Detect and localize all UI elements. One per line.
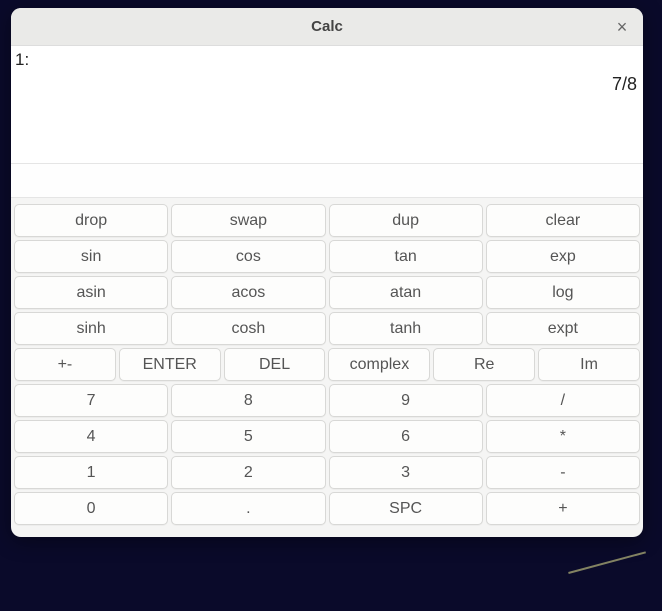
row-0: 0 . SPC + bbox=[14, 492, 640, 525]
digit-3-button[interactable]: 3 bbox=[329, 456, 483, 489]
row-hyp: sinh cosh tanh expt bbox=[14, 312, 640, 345]
swap-button[interactable]: swap bbox=[171, 204, 325, 237]
digit-2-button[interactable]: 2 bbox=[171, 456, 325, 489]
row-123: 1 2 3 - bbox=[14, 456, 640, 489]
re-button[interactable]: Re bbox=[433, 348, 535, 381]
tan-button[interactable]: tan bbox=[329, 240, 483, 273]
del-button[interactable]: DEL bbox=[224, 348, 326, 381]
enter-button[interactable]: ENTER bbox=[119, 348, 221, 381]
keypad: drop swap dup clear sin cos tan exp asin… bbox=[11, 198, 643, 537]
digit-6-button[interactable]: 6 bbox=[329, 420, 483, 453]
decimal-button[interactable]: . bbox=[171, 492, 325, 525]
digit-7-button[interactable]: 7 bbox=[14, 384, 168, 417]
tanh-button[interactable]: tanh bbox=[329, 312, 483, 345]
calc-window: Calc × 1: 7/8 drop swap dup clear sin co… bbox=[11, 8, 643, 537]
cosh-button[interactable]: cosh bbox=[171, 312, 325, 345]
titlebar: Calc × bbox=[11, 8, 643, 46]
row-stackops: drop swap dup clear bbox=[14, 204, 640, 237]
digit-4-button[interactable]: 4 bbox=[14, 420, 168, 453]
stack-display: 1: 7/8 bbox=[11, 46, 643, 164]
row-atrig: asin acos atan log bbox=[14, 276, 640, 309]
dup-button[interactable]: dup bbox=[329, 204, 483, 237]
negate-button[interactable]: +- bbox=[14, 348, 116, 381]
window-title: Calc bbox=[311, 18, 343, 35]
stack-value: 7/8 bbox=[612, 74, 637, 95]
stack-index: 1: bbox=[15, 50, 29, 70]
digit-9-button[interactable]: 9 bbox=[329, 384, 483, 417]
drop-button[interactable]: drop bbox=[14, 204, 168, 237]
clear-button[interactable]: clear bbox=[486, 204, 640, 237]
row-789: 7 8 9 / bbox=[14, 384, 640, 417]
plus-button[interactable]: + bbox=[486, 492, 640, 525]
row-456: 4 5 6 * bbox=[14, 420, 640, 453]
cos-button[interactable]: cos bbox=[171, 240, 325, 273]
input-bar[interactable] bbox=[11, 164, 643, 198]
log-button[interactable]: log bbox=[486, 276, 640, 309]
digit-5-button[interactable]: 5 bbox=[171, 420, 325, 453]
multiply-button[interactable]: * bbox=[486, 420, 640, 453]
row-misc: +- ENTER DEL complex Re Im bbox=[14, 348, 640, 381]
exp-button[interactable]: exp bbox=[486, 240, 640, 273]
digit-8-button[interactable]: 8 bbox=[171, 384, 325, 417]
digit-1-button[interactable]: 1 bbox=[14, 456, 168, 489]
desktop-background-accent bbox=[568, 551, 656, 610]
complex-button[interactable]: complex bbox=[328, 348, 430, 381]
atan-button[interactable]: atan bbox=[329, 276, 483, 309]
expt-button[interactable]: expt bbox=[486, 312, 640, 345]
digit-0-button[interactable]: 0 bbox=[14, 492, 168, 525]
acos-button[interactable]: acos bbox=[171, 276, 325, 309]
im-button[interactable]: Im bbox=[538, 348, 640, 381]
close-icon[interactable]: × bbox=[611, 16, 633, 38]
row-trig: sin cos tan exp bbox=[14, 240, 640, 273]
sin-button[interactable]: sin bbox=[14, 240, 168, 273]
divide-button[interactable]: / bbox=[486, 384, 640, 417]
spc-button[interactable]: SPC bbox=[329, 492, 483, 525]
minus-button[interactable]: - bbox=[486, 456, 640, 489]
sinh-button[interactable]: sinh bbox=[14, 312, 168, 345]
asin-button[interactable]: asin bbox=[14, 276, 168, 309]
